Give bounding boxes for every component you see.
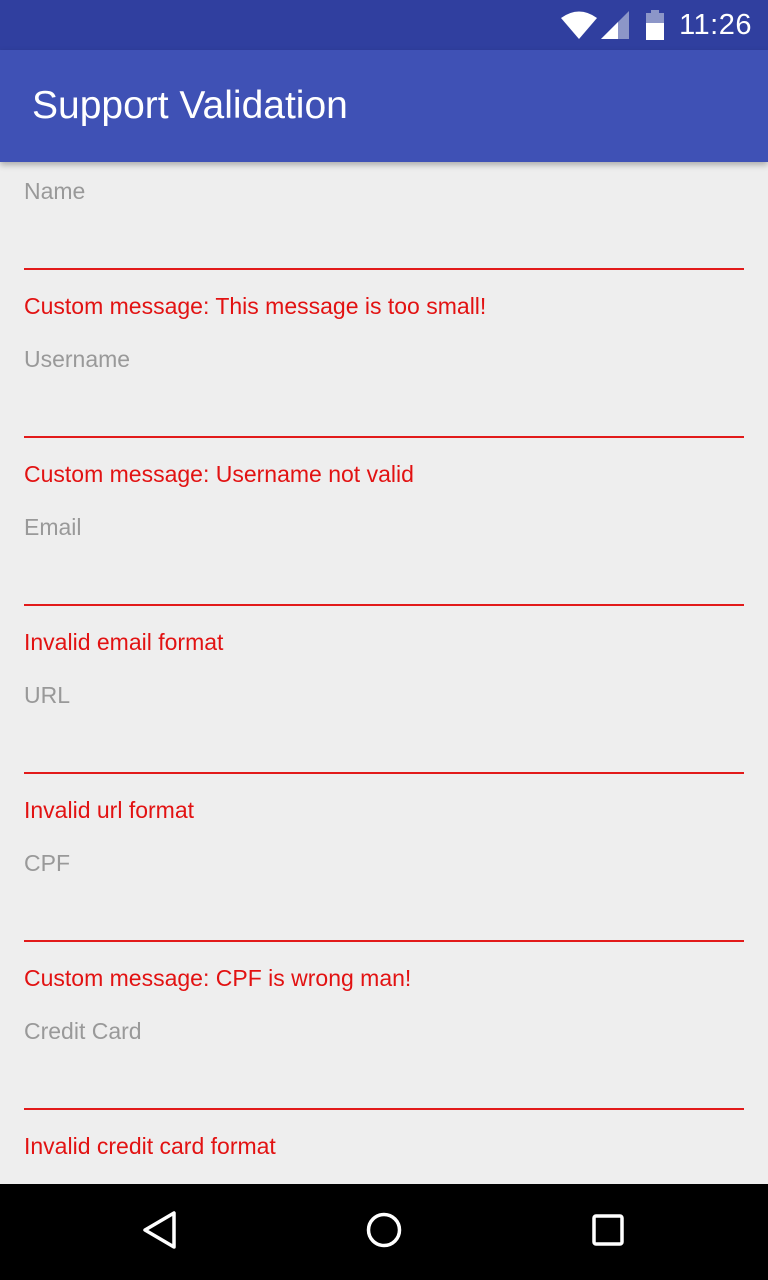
error-message: Invalid url format bbox=[24, 797, 195, 823]
field-name: Name Custom message: This message is too… bbox=[0, 162, 768, 330]
username-input[interactable] bbox=[24, 386, 744, 438]
error-message: Custom message: This message is too smal… bbox=[24, 293, 487, 319]
recents-button[interactable] bbox=[584, 1208, 632, 1256]
app-title: Support Validation bbox=[32, 84, 348, 127]
app-bar: Support Validation bbox=[0, 50, 768, 162]
field-url: URL Invalid url format bbox=[0, 666, 768, 834]
validation-form: Name Custom message: This message is too… bbox=[0, 162, 768, 1184]
navigation-bar bbox=[0, 1184, 768, 1280]
cpf-input[interactable] bbox=[24, 890, 744, 942]
email-input[interactable] bbox=[24, 554, 744, 606]
field-label: Name bbox=[24, 178, 86, 204]
back-button[interactable] bbox=[136, 1208, 184, 1256]
status-time: 11:26 bbox=[679, 8, 752, 41]
url-input[interactable] bbox=[24, 722, 744, 774]
home-button[interactable] bbox=[360, 1208, 408, 1256]
home-icon bbox=[364, 1210, 404, 1255]
status-bar: 11:26 bbox=[0, 0, 768, 50]
status-icons: 11:26 bbox=[561, 0, 752, 50]
wifi-icon bbox=[561, 11, 598, 39]
field-label: Credit Card bbox=[24, 1018, 142, 1044]
field-cpf: CPF Custom message: CPF is wrong man! bbox=[0, 834, 768, 1002]
field-label: CPF bbox=[24, 850, 70, 876]
error-message: Custom message: Username not valid bbox=[24, 461, 414, 487]
back-icon bbox=[140, 1210, 180, 1255]
error-message: Invalid email format bbox=[24, 629, 224, 655]
field-credit-card: Credit Card Invalid credit card format bbox=[0, 1002, 768, 1170]
credit-card-input[interactable] bbox=[24, 1058, 744, 1110]
error-message: Invalid credit card format bbox=[24, 1133, 276, 1159]
field-email: Email Invalid email format bbox=[0, 498, 768, 666]
recents-icon bbox=[588, 1210, 628, 1255]
field-username: Username Custom message: Username not va… bbox=[0, 330, 768, 498]
name-input[interactable] bbox=[24, 218, 744, 270]
field-label: Email bbox=[24, 514, 82, 540]
error-message: Custom message: CPF is wrong man! bbox=[24, 965, 412, 991]
field-label: Username bbox=[24, 346, 131, 372]
battery-icon bbox=[645, 10, 665, 40]
field-label: URL bbox=[24, 682, 71, 708]
cell-signal-icon bbox=[601, 11, 630, 39]
